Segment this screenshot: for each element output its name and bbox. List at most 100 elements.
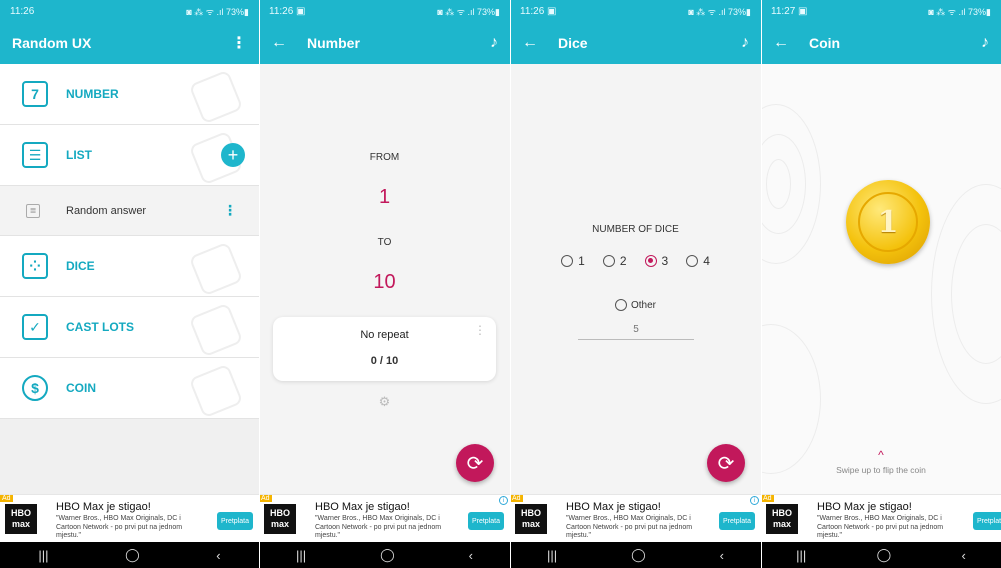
screen-number: 11:26 ▣ ◙ ⁂ ᯤ .ıl 73%▮ ← Number ♪ FROM 1… — [259, 0, 510, 568]
status-icons: ◙ ⁂ ᯤ .ıl 73%▮ — [688, 6, 751, 17]
to-value[interactable]: 10 — [259, 271, 510, 294]
add-list-button[interactable]: + — [221, 143, 245, 167]
music-note-icon[interactable]: ♪ — [741, 34, 749, 52]
home-icon[interactable]: ◯ — [631, 547, 646, 563]
dice-option-2[interactable]: 2 — [602, 254, 627, 268]
list-item-label: Random answer — [66, 204, 147, 217]
number-content: FROM 1 TO 10 No repeat 0 / 10 ⋮ ⚙ ⟳ — [259, 64, 510, 494]
hbo-max-logo: HBO max — [264, 504, 296, 534]
menu-item-coin[interactable]: $ COIN — [0, 358, 259, 419]
refresh-button[interactable]: ⟳ — [456, 444, 494, 482]
ad-banner[interactable]: Ad HBO max HBO Max je stigao! "Warner Bro… — [0, 494, 259, 542]
dice-option-3[interactable]: 3 — [644, 254, 669, 268]
menu-item-list[interactable]: ☰ LIST + — [0, 125, 259, 186]
ad-cta-button[interactable]: Pretplata — [216, 512, 253, 530]
more-vert-icon[interactable]: ⋮ — [223, 202, 237, 219]
page-title: Dice — [558, 35, 588, 51]
coin-dollar-icon: $ — [22, 375, 48, 401]
radio-label: 1 — [578, 254, 585, 268]
menu-item-cast-lots[interactable]: ✓ CAST LOTS — [0, 297, 259, 358]
ad-cta-button[interactable]: Pretplata — [467, 512, 504, 530]
other-count-input[interactable] — [578, 320, 694, 340]
ad-headline: HBO Max je stigao! — [315, 501, 410, 513]
list-doc-icon: ≣ — [26, 203, 40, 218]
status-bar: 11:26 ◙ ⁂ ᯤ .ıl 73%▮ — [0, 0, 259, 22]
screen-divider — [761, 0, 762, 568]
status-time: 11:26 ▣ — [269, 5, 306, 17]
menu-list: 7 NUMBER ☰ LIST + ≣ Random answer ⋮ ⁘ DI… — [0, 64, 259, 494]
back-nav-icon[interactable]: ‹ — [720, 548, 724, 563]
radio-button — [686, 255, 699, 267]
back-arrow-icon[interactable]: ← — [522, 34, 538, 52]
ad-cta-button[interactable]: Pretplata — [718, 512, 755, 530]
status-icons: ◙ ⁂ ᯤ .ıl 73%▮ — [186, 6, 249, 17]
app-bar: Random UX ⋮ — [0, 22, 259, 64]
status-icons: ◙ ⁂ ᯤ .ıl 73%▮ — [928, 6, 991, 17]
checkbox-icon: ✓ — [22, 314, 48, 340]
ad-description: "Warner Bros., HBO Max Originals, DC i C… — [566, 515, 693, 539]
back-arrow-icon[interactable]: ← — [773, 34, 789, 52]
hbo-max-logo: HBO max — [5, 504, 37, 534]
music-note-icon[interactable]: ♪ — [490, 34, 498, 52]
ad-tag: Ad — [510, 495, 523, 502]
ad-headline: HBO Max je stigao! — [56, 501, 151, 513]
wood-grain — [766, 159, 791, 209]
radio-label: Other — [630, 299, 656, 311]
menu-item-number[interactable]: 7 NUMBER — [0, 64, 259, 125]
ad-description: "Warner Bros., HBO Max Originals, DC i C… — [315, 515, 442, 539]
radio-label: 3 — [661, 254, 669, 268]
back-nav-icon[interactable]: ‹ — [961, 548, 965, 563]
list-icon: ☰ — [22, 142, 48, 168]
ad-banner[interactable]: Ad HBO max HBO Max je stigao! "Warner Bro… — [761, 494, 1001, 542]
music-note-icon[interactable]: ♪ — [981, 34, 989, 52]
screen-dice: 11:26 ▣ ◙ ⁂ ᯤ .ıl 73%▮ ← Dice ♪ NUMBER O… — [510, 0, 761, 568]
back-arrow-icon[interactable]: ← — [271, 34, 287, 52]
wood-texture-background[interactable] — [761, 64, 1001, 494]
refresh-button[interactable]: ⟳ — [707, 444, 745, 482]
coin[interactable]: 1 — [846, 180, 930, 264]
info-icon[interactable]: i — [750, 496, 759, 505]
back-nav-icon[interactable]: ‹ — [216, 548, 220, 563]
ad-cta-button[interactable]: Pretplata — [972, 512, 1001, 530]
coin-face: 1 — [858, 192, 918, 252]
other-option-row: Other — [510, 299, 761, 311]
back-nav-icon[interactable]: ‹ — [469, 548, 473, 563]
screen-divider — [510, 0, 511, 568]
ad-banner[interactable]: Ad i HBO max HBO Max je stigao! "Warner B… — [259, 494, 510, 542]
home-icon[interactable]: ◯ — [380, 547, 395, 563]
recent-apps-icon[interactable]: ||| — [38, 548, 48, 563]
more-vert-icon[interactable]: ⋮ — [474, 323, 486, 337]
overflow-menu-icon[interactable]: ⋮ — [231, 33, 247, 53]
repeat-card[interactable]: No repeat 0 / 10 ⋮ — [273, 317, 496, 381]
status-time: 11:27 ▣ — [771, 5, 808, 17]
watermark-decoration — [188, 69, 244, 125]
dice-count-label: NUMBER OF DICE — [592, 224, 679, 235]
recent-apps-icon[interactable]: ||| — [547, 548, 557, 563]
watermark-decoration — [188, 302, 244, 358]
menu-item-dice[interactable]: ⁘ DICE — [0, 236, 259, 297]
home-icon[interactable]: ◯ — [877, 547, 892, 563]
dice-option-other[interactable]: Other — [614, 299, 656, 311]
recent-apps-icon[interactable]: ||| — [796, 548, 806, 563]
app-bar: ← Coin ♪ — [761, 22, 1001, 64]
radio-button — [561, 255, 574, 267]
dice-option-4[interactable]: 4 — [686, 254, 710, 268]
ad-description: "Warner Bros., HBO Max Originals, DC i C… — [817, 515, 944, 539]
ad-tag: Ad — [761, 495, 774, 502]
system-nav-bar: ||| ◯ ‹ — [0, 542, 259, 568]
from-value[interactable]: 1 — [259, 186, 510, 209]
menu-item-label: COIN — [66, 381, 96, 395]
status-time: 11:26 — [10, 5, 35, 17]
ad-tag: Ad — [259, 495, 272, 502]
ad-banner[interactable]: Ad i HBO max HBO Max je stigao! "Warner B… — [510, 494, 761, 542]
dice-option-1[interactable]: 1 — [561, 254, 585, 268]
info-icon[interactable]: i — [499, 496, 508, 505]
recent-apps-icon[interactable]: ||| — [296, 548, 306, 563]
status-bar: 11:27 ▣ ◙ ⁂ ᯤ .ıl 73%▮ — [761, 0, 1001, 22]
home-icon[interactable]: ◯ — [125, 547, 140, 563]
gear-icon[interactable]: ⚙ — [259, 394, 510, 410]
radio-label: 4 — [703, 254, 710, 268]
chevron-up-icon: ^ — [878, 448, 884, 462]
ad-headline: HBO Max je stigao! — [817, 501, 912, 513]
list-item-random-answer[interactable]: ≣ Random answer ⋮ — [0, 186, 259, 236]
